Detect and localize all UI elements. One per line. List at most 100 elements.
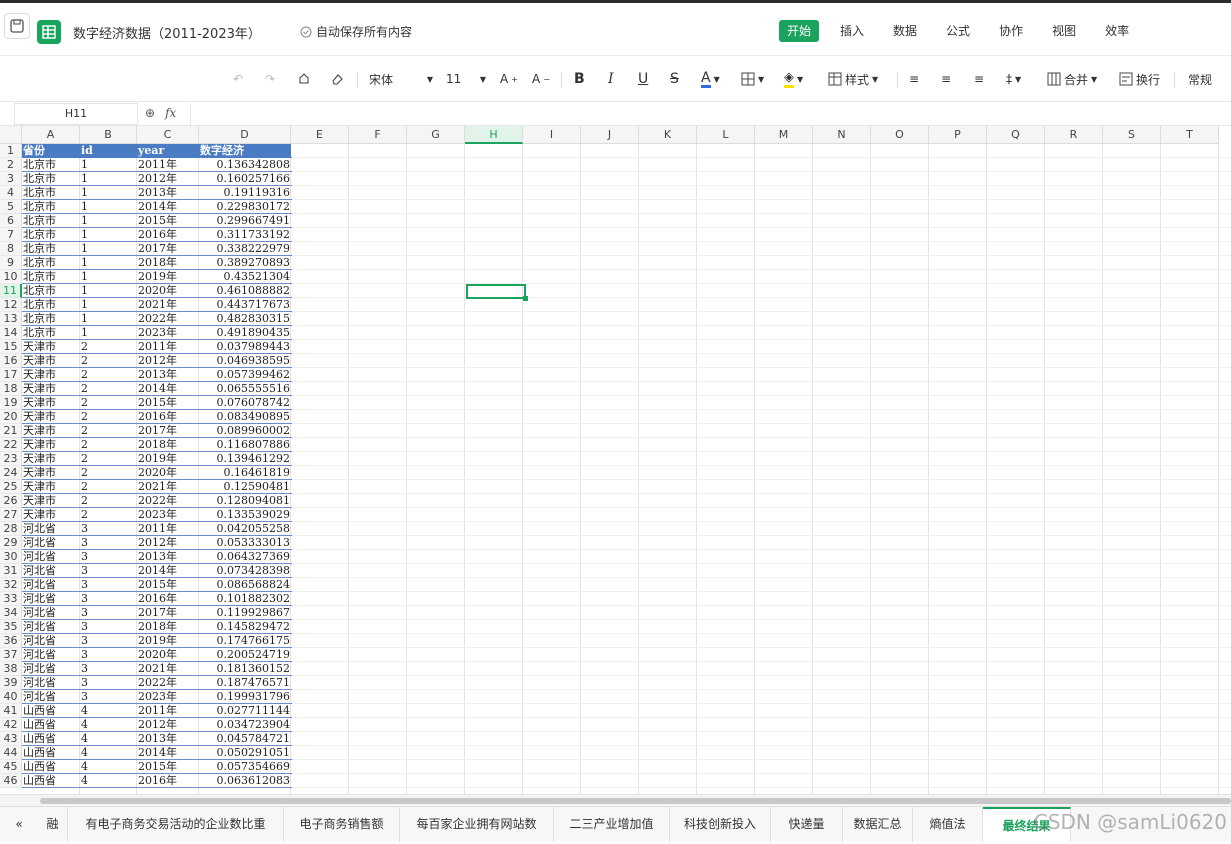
table-cell[interactable]: 北京市 <box>22 270 80 284</box>
table-cell[interactable]: 1 <box>80 298 137 312</box>
row-header-4[interactable]: 4 <box>0 186 22 200</box>
table-cell[interactable]: 0.443717673 <box>199 298 291 312</box>
row-header-9[interactable]: 9 <box>0 256 22 270</box>
fill-color-button[interactable]: ◈ ▼ <box>784 69 803 89</box>
table-cell[interactable]: 2012年 <box>137 354 199 368</box>
row-header-1[interactable]: 1 <box>0 144 22 158</box>
table-cell[interactable]: 2014年 <box>137 200 199 214</box>
horizontal-scrollbar[interactable] <box>0 794 1231 806</box>
table-cell[interactable]: 2 <box>80 494 137 508</box>
table-cell[interactable]: 4 <box>80 732 137 746</box>
table-cell[interactable]: 2013年 <box>137 550 199 564</box>
row-header-41[interactable]: 41 <box>0 704 22 718</box>
menu-efficiency[interactable]: 效率 <box>1097 20 1137 42</box>
table-cell[interactable]: 0.128094081 <box>199 494 291 508</box>
table-cell[interactable]: 3 <box>80 578 137 592</box>
font-family-select[interactable]: 宋体 ▼ <box>369 69 433 89</box>
column-header-M[interactable]: M <box>755 126 813 144</box>
column-header-A[interactable]: A <box>22 126 80 144</box>
table-cell[interactable]: 天津市 <box>22 368 80 382</box>
table-cell[interactable]: 2015年 <box>137 578 199 592</box>
row-header-28[interactable]: 28 <box>0 522 22 536</box>
row-header-12[interactable]: 12 <box>0 298 22 312</box>
table-cell[interactable]: 2011年 <box>137 158 199 172</box>
table-cell[interactable]: 0.229830172 <box>199 200 291 214</box>
table-cell[interactable]: 2 <box>80 480 137 494</box>
row-header-27[interactable]: 27 <box>0 508 22 522</box>
number-format-select[interactable]: 常规 <box>1188 69 1212 89</box>
table-cell[interactable]: 2017年 <box>137 242 199 256</box>
row-header-23[interactable]: 23 <box>0 452 22 466</box>
table-cell[interactable]: 4 <box>80 704 137 718</box>
table-cell[interactable]: 山西省 <box>22 718 80 732</box>
column-header-H[interactable]: H <box>465 126 523 144</box>
table-cell[interactable]: 0.037989443 <box>199 340 291 354</box>
row-header-15[interactable]: 15 <box>0 340 22 354</box>
table-cell[interactable]: 2014年 <box>137 564 199 578</box>
table-cell[interactable]: 0.389270893 <box>199 256 291 270</box>
wrap-text-button[interactable]: 换行 <box>1119 69 1160 89</box>
table-cell[interactable]: 河北省 <box>22 662 80 676</box>
table-cell[interactable]: 2020年 <box>137 466 199 480</box>
document-title[interactable]: 数字经济数据（2011-2023年） <box>73 23 261 42</box>
table-cell[interactable]: 2023年 <box>137 690 199 704</box>
formula-input[interactable] <box>190 103 1231 125</box>
table-cell[interactable]: 2 <box>80 410 137 424</box>
scrollbar-thumb[interactable] <box>40 798 1231 804</box>
table-cell[interactable]: 0.116807886 <box>199 438 291 452</box>
table-cell[interactable]: 2013年 <box>137 368 199 382</box>
table-cell[interactable]: 2021年 <box>137 662 199 676</box>
column-header-B[interactable]: B <box>80 126 137 144</box>
table-cell[interactable]: 3 <box>80 634 137 648</box>
row-header-8[interactable]: 8 <box>0 242 22 256</box>
row-header-2[interactable]: 2 <box>0 158 22 172</box>
font-size-select[interactable]: 11 ▼ <box>446 69 486 89</box>
table-cell[interactable]: 0.16461819 <box>199 466 291 480</box>
row-header-13[interactable]: 13 <box>0 312 22 326</box>
table-cell[interactable]: 2017年 <box>137 606 199 620</box>
eraser-icon[interactable] <box>330 69 344 89</box>
menu-data[interactable]: 数据 <box>885 20 925 42</box>
row-header-46[interactable]: 46 <box>0 774 22 788</box>
row-header-39[interactable]: 39 <box>0 676 22 690</box>
row-header-37[interactable]: 37 <box>0 648 22 662</box>
table-cell[interactable]: 1 <box>80 228 137 242</box>
merge-button[interactable]: 合并 ▼ <box>1047 69 1097 89</box>
sheet-tab[interactable]: 融 <box>38 807 68 842</box>
table-cell[interactable]: 北京市 <box>22 228 80 242</box>
table-cell[interactable]: 3 <box>80 662 137 676</box>
table-cell[interactable]: 3 <box>80 550 137 564</box>
bold-icon[interactable]: B <box>574 69 585 89</box>
italic-icon[interactable]: I <box>608 69 614 89</box>
table-cell[interactable]: 2 <box>80 424 137 438</box>
table-cell[interactable]: 天津市 <box>22 354 80 368</box>
row-header-10[interactable]: 10 <box>0 270 22 284</box>
menu-view[interactable]: 视图 <box>1044 20 1084 42</box>
row-header-24[interactable]: 24 <box>0 466 22 480</box>
column-header-R[interactable]: R <box>1045 126 1103 144</box>
table-cell[interactable]: 河北省 <box>22 522 80 536</box>
table-cell[interactable]: 河北省 <box>22 536 80 550</box>
table-cell[interactable]: 2019年 <box>137 270 199 284</box>
table-cell[interactable]: 北京市 <box>22 158 80 172</box>
table-cell[interactable]: 2018年 <box>137 438 199 452</box>
column-header-Q[interactable]: Q <box>987 126 1045 144</box>
table-cell[interactable]: 2016年 <box>137 228 199 242</box>
table-cell[interactable]: 2016年 <box>137 410 199 424</box>
table-cell[interactable]: 0.050291051 <box>199 746 291 760</box>
table-cell[interactable]: 4 <box>80 718 137 732</box>
table-cell[interactable]: 2019年 <box>137 452 199 466</box>
table-cell[interactable]: 河北省 <box>22 676 80 690</box>
row-header-32[interactable]: 32 <box>0 578 22 592</box>
table-cell[interactable]: 2018年 <box>137 256 199 270</box>
table-cell[interactable]: 天津市 <box>22 438 80 452</box>
table-cell[interactable]: 0.027711144 <box>199 704 291 718</box>
table-cell[interactable]: 0.461088882 <box>199 284 291 298</box>
row-header-20[interactable]: 20 <box>0 410 22 424</box>
vertical-align-button[interactable]: ‡ ▼ <box>1006 69 1021 89</box>
table-cell[interactable]: 1 <box>80 200 137 214</box>
row-header-25[interactable]: 25 <box>0 480 22 494</box>
borders-button[interactable]: ▼ <box>741 69 764 89</box>
sheet-tab[interactable]: 熵值法 <box>913 807 983 842</box>
table-cell[interactable]: 0.083490895 <box>199 410 291 424</box>
